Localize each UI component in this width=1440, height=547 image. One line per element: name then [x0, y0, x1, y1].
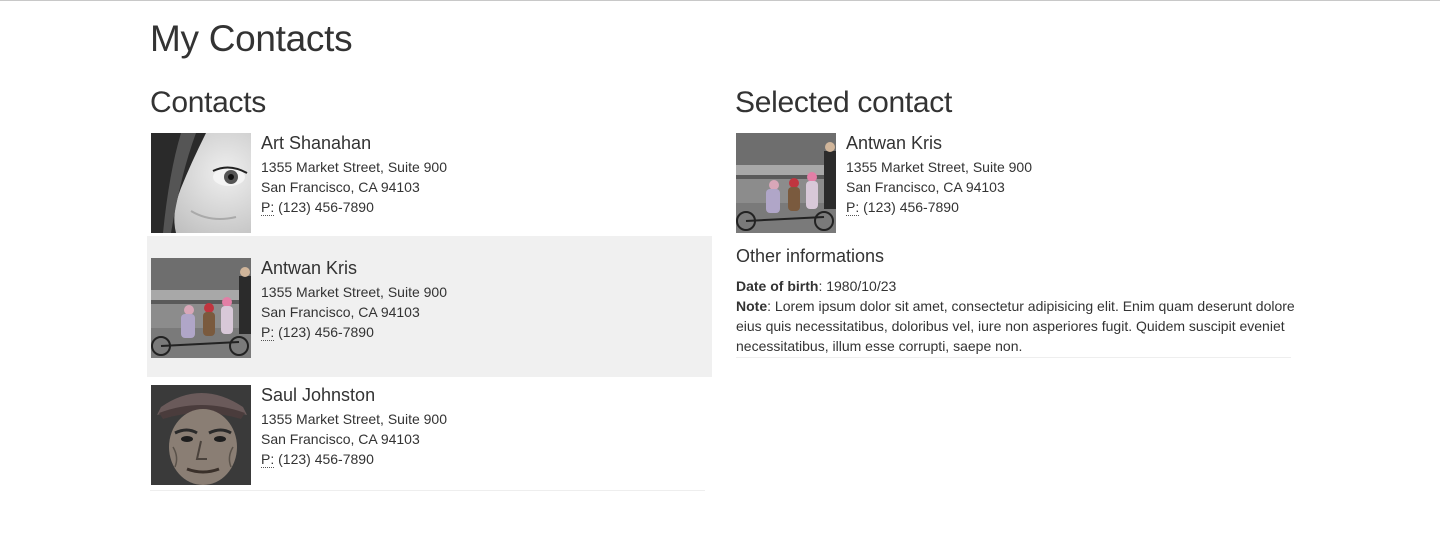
contact-photo — [151, 385, 251, 485]
contact-name: Antwan Kris — [261, 258, 358, 278]
phone-label: P: — [261, 324, 275, 341]
contact-name: Saul Johnston — [261, 385, 376, 405]
other-informations-body: Date of birth: 1980/10/23 Note: Lorem ip… — [736, 276, 1296, 356]
top-border — [0, 0, 1440, 1]
note-label: Note — [736, 298, 768, 314]
phone-line: P: (123) 456-7890 — [261, 449, 447, 469]
address-line-1: 1355 Market Street, Suite 900 — [261, 284, 447, 300]
phone-line: P: (123) 456-7890 — [846, 197, 1032, 217]
phone-line: P: (123) 456-7890 — [261, 197, 447, 217]
contact-item-saul-johnston[interactable]: Saul Johnston 1355 Market Street, Suite … — [150, 384, 712, 486]
contact-item-art-shanahan[interactable]: Art Shanahan 1355 Market Street, Suite 9… — [150, 132, 712, 234]
list-bottom-divider — [150, 490, 705, 491]
phone-number: (123) 456-7890 — [278, 324, 374, 340]
dob-label: Date of birth — [736, 278, 819, 294]
phone-number: (123) 456-7890 — [278, 199, 374, 215]
address-line-1: 1355 Market Street, Suite 900 — [261, 411, 447, 427]
detail-bottom-divider — [736, 357, 1291, 358]
contacts-heading: Contacts — [150, 86, 266, 119]
note-line: Note: Lorem ipsum dolor sit amet, consec… — [736, 296, 1296, 356]
address-line-2: San Francisco, CA 94103 — [846, 179, 1005, 195]
contact-photo — [736, 133, 836, 233]
dob-value: : 1980/10/23 — [818, 278, 897, 294]
contact-item-antwan-kris[interactable]: Antwan Kris 1355 Market Street, Suite 90… — [147, 236, 712, 377]
address-line-2: San Francisco, CA 94103 — [261, 304, 420, 320]
phone-number: (123) 456-7890 — [278, 451, 374, 467]
contact-body: Antwan Kris 1355 Market Street, Suite 90… — [836, 133, 1032, 233]
phone-label: P: — [261, 199, 275, 216]
phone-number: (123) 456-7890 — [863, 199, 959, 215]
page-title: My Contacts — [150, 18, 353, 59]
selected-contact-heading: Selected contact — [735, 86, 953, 119]
phone-line: P: (123) 456-7890 — [261, 322, 447, 342]
phone-label: P: — [846, 199, 860, 216]
contact-body: Antwan Kris 1355 Market Street, Suite 90… — [251, 258, 447, 377]
contact-body: Saul Johnston 1355 Market Street, Suite … — [251, 385, 447, 485]
date-of-birth-line: Date of birth: 1980/10/23 — [736, 276, 1296, 296]
contact-photo — [151, 133, 251, 233]
address-line-1: 1355 Market Street, Suite 900 — [846, 159, 1032, 175]
contact-name: Antwan Kris — [846, 133, 943, 153]
selected-contact-card: Antwan Kris 1355 Market Street, Suite 90… — [735, 132, 1295, 234]
phone-label: P: — [261, 451, 275, 468]
contact-body: Art Shanahan 1355 Market Street, Suite 9… — [251, 133, 447, 233]
address-line-2: San Francisco, CA 94103 — [261, 431, 420, 447]
address-line-1: 1355 Market Street, Suite 900 — [261, 159, 447, 175]
contact-photo — [151, 258, 251, 358]
contact-name: Art Shanahan — [261, 133, 372, 153]
address-line-2: San Francisco, CA 94103 — [261, 179, 420, 195]
note-value: : Lorem ipsum dolor sit amet, consectetu… — [736, 298, 1295, 354]
other-informations-heading: Other informations — [736, 246, 885, 266]
